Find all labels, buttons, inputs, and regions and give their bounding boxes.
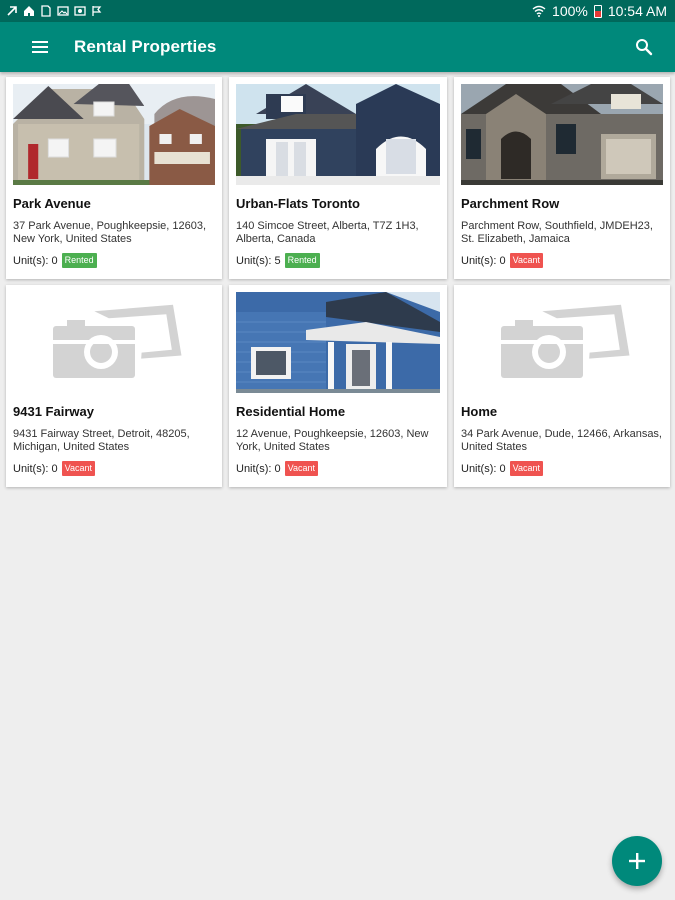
flag-icon xyxy=(92,6,102,16)
property-meta: Unit(s): 0 Vacant xyxy=(461,253,663,268)
units-count: Unit(s): 0 xyxy=(461,254,506,267)
camera-placeholder-icon xyxy=(501,304,630,378)
battery-percent: 100% xyxy=(552,3,588,19)
property-card[interactable]: Residential Home 12 Avenue, Poughkeepsie… xyxy=(229,285,447,487)
status-badge: Vacant xyxy=(509,461,543,476)
home-icon xyxy=(24,6,34,16)
units-count: Unit(s): 0 xyxy=(236,462,281,475)
status-right: 100% 10:54 AM xyxy=(532,3,667,19)
house-photo xyxy=(236,292,440,393)
property-meta: Unit(s): 0 Vacant xyxy=(461,461,663,476)
property-name: 9431 Fairway xyxy=(13,404,94,419)
property-address: 12 Avenue, Poughkeepsie, 12603, New York… xyxy=(236,428,429,453)
units-count: Unit(s): 5 xyxy=(236,254,281,267)
wifi-icon xyxy=(532,5,546,17)
property-address: 34 Park Avenue, Dude, 12466, Arkansas, U… xyxy=(461,428,662,453)
property-address: 140 Simcoe Street, Alberta, T7Z 1H3, Alb… xyxy=(236,220,419,245)
units-count: Unit(s): 0 xyxy=(13,462,58,475)
property-photo xyxy=(13,292,215,393)
notification-arrow-icon xyxy=(7,6,17,16)
plus-icon xyxy=(629,853,645,869)
property-photo xyxy=(13,84,215,185)
camera-placeholder-icon xyxy=(53,304,182,378)
property-meta: Unit(s): 0 Vacant xyxy=(13,461,215,476)
status-badge: Vacant xyxy=(284,461,318,476)
property-card[interactable]: Parchment Row Parchment Row, Southfield,… xyxy=(454,77,670,279)
property-name: Home xyxy=(461,404,498,419)
status-bar: 100% 10:54 AM xyxy=(0,0,675,22)
property-photo xyxy=(461,292,663,393)
page-title: Rental Properties xyxy=(74,37,217,56)
property-name: Parchment Row xyxy=(461,196,560,211)
property-photo xyxy=(236,292,440,393)
notification-icons xyxy=(6,5,103,17)
status-badge: Rented xyxy=(61,253,97,268)
status-badge: Vacant xyxy=(509,253,543,268)
battery-icon xyxy=(593,4,602,18)
hamburger-menu-icon xyxy=(32,41,48,53)
units-count: Unit(s): 0 xyxy=(13,254,58,267)
house-photo xyxy=(13,84,215,185)
menu-button[interactable] xyxy=(22,29,58,65)
property-address: 9431 Fairway Street, Detroit, 48205, Mic… xyxy=(13,428,190,453)
photo-icon xyxy=(74,6,86,16)
property-photo xyxy=(461,84,663,185)
property-address: Parchment Row, Southfield, JMDEH23, St. … xyxy=(461,220,653,245)
house-photo xyxy=(236,84,440,185)
property-meta: Unit(s): 0 Vacant xyxy=(236,461,440,476)
property-grid: Park Avenue 37 Park Avenue, Poughkeepsie… xyxy=(6,77,670,487)
search-button[interactable] xyxy=(629,32,659,62)
property-photo xyxy=(236,84,440,185)
property-card[interactable]: Urban-Flats Toronto 140 Simcoe Street, A… xyxy=(229,77,447,279)
add-property-button[interactable] xyxy=(612,836,662,886)
search-icon xyxy=(636,39,653,56)
clock: 10:54 AM xyxy=(607,3,667,19)
units-count: Unit(s): 0 xyxy=(461,462,506,475)
property-meta: Unit(s): 5 Rented xyxy=(236,253,440,268)
file-icon xyxy=(41,5,51,17)
house-photo xyxy=(461,84,663,185)
property-meta: Unit(s): 0 Rented xyxy=(13,253,215,268)
property-name: Urban-Flats Toronto xyxy=(236,196,360,211)
image-icon xyxy=(57,6,69,16)
property-card[interactable]: Home 34 Park Avenue, Dude, 12466, Arkans… xyxy=(454,285,670,487)
property-name: Residential Home xyxy=(236,404,346,419)
app-bar: Rental Properties xyxy=(0,22,675,72)
property-address: 37 Park Avenue, Poughkeepsie, 12603, New… xyxy=(13,220,207,245)
status-badge: Rented xyxy=(284,253,320,268)
property-card[interactable]: Park Avenue 37 Park Avenue, Poughkeepsie… xyxy=(6,77,222,279)
property-name: Park Avenue xyxy=(13,196,91,211)
status-badge: Vacant xyxy=(61,461,95,476)
property-card[interactable]: 9431 Fairway 9431 Fairway Street, Detroi… xyxy=(6,285,222,487)
